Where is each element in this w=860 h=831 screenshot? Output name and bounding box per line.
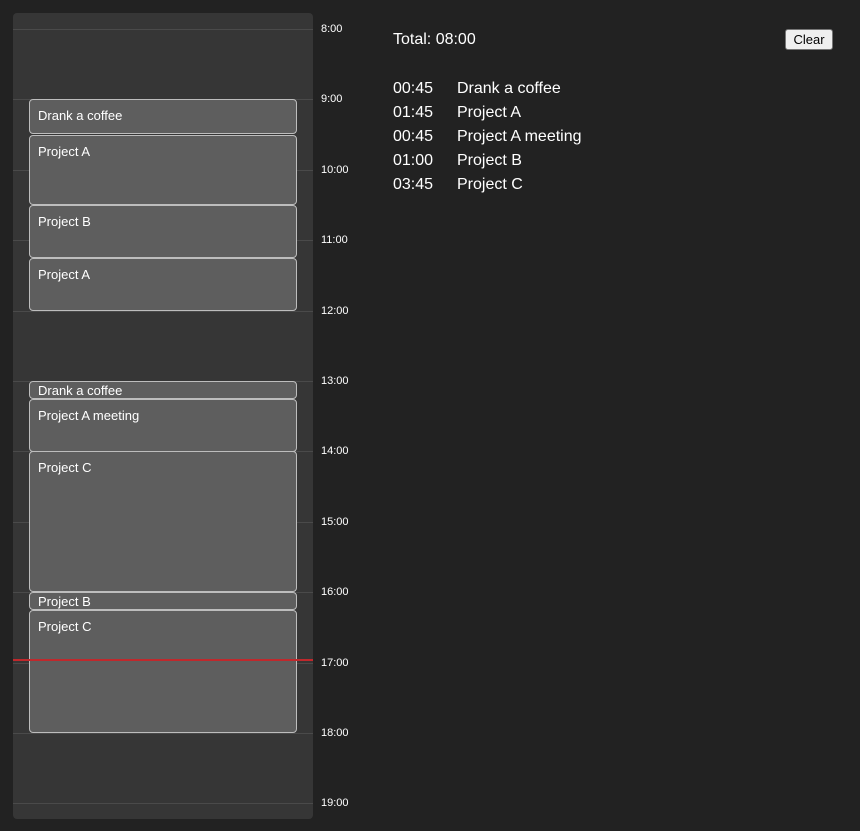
hour-line	[13, 29, 313, 30]
calendar-event[interactable]: Drank a coffee	[29, 381, 297, 399]
hour-label: 18:00	[321, 727, 349, 739]
event-title: Project B	[38, 594, 91, 609]
event-title: Drank a coffee	[38, 108, 123, 123]
hour-label: 12:00	[321, 305, 349, 317]
hour-label: 19:00	[321, 797, 349, 809]
hour-label: 14:00	[321, 445, 349, 457]
summary-item: 03:45 Project C	[393, 175, 582, 199]
hour-label: 16:00	[321, 586, 349, 598]
event-title: Project A	[38, 144, 91, 159]
calendar-event[interactable]: Drank a coffee	[29, 99, 297, 134]
summary-name: Project A meeting	[457, 128, 582, 145]
hour-label: 17:00	[321, 657, 349, 669]
calendar-event[interactable]: Project C	[29, 610, 297, 733]
summary-item: 01:45 Project A	[393, 103, 582, 127]
event-title: Project A	[38, 267, 91, 282]
summary-duration: 01:45	[393, 104, 434, 121]
hour-line	[13, 803, 313, 804]
summary-name: Project A	[457, 104, 522, 121]
hour-label: 11:00	[321, 234, 348, 246]
calendar-event[interactable]: Project B	[29, 205, 297, 258]
calendar-event[interactable]: Project A	[29, 135, 297, 205]
summary-name: Project B	[457, 152, 522, 169]
hour-label: 13:00	[321, 375, 349, 387]
summary-duration: 00:45	[393, 128, 434, 145]
clear-button[interactable]: Clear	[785, 29, 833, 50]
hour-label: 8:00	[321, 23, 343, 35]
calendar-event[interactable]: Project C	[29, 451, 297, 592]
calendar-event[interactable]: Project A meeting	[29, 399, 297, 452]
summary-item: 01:00 Project B	[393, 151, 582, 175]
hour-line	[13, 733, 313, 734]
hour-label: 15:00	[321, 516, 349, 528]
total-duration: Total: 08:00	[393, 31, 476, 48]
event-title: Drank a coffee	[38, 383, 123, 398]
event-title: Project C	[38, 460, 92, 475]
summary-name: Project C	[457, 176, 523, 193]
event-title: Project C	[38, 619, 92, 634]
event-title: Project A meeting	[38, 408, 140, 423]
summary-duration: 01:00	[393, 152, 434, 169]
summary-duration: 00:45	[393, 80, 434, 97]
summary-list: 00:45 Drank a coffee 01:45 Project A 00:45 Pr…	[393, 79, 582, 199]
hour-line	[13, 311, 313, 312]
calendar-event[interactable]: Project B	[29, 592, 297, 610]
hour-label: 10:00	[321, 164, 349, 176]
hour-label: 9:00	[321, 93, 343, 105]
summary-duration: 03:45	[393, 176, 434, 193]
summary-item: 00:45 Drank a coffee	[393, 79, 582, 103]
summary-name: Drank a coffee	[457, 80, 561, 97]
current-time-line	[13, 659, 313, 661]
summary-item: 00:45 Project A meeting	[393, 127, 582, 151]
event-title: Project B	[38, 214, 91, 229]
calendar-event[interactable]: Project A	[29, 258, 297, 311]
